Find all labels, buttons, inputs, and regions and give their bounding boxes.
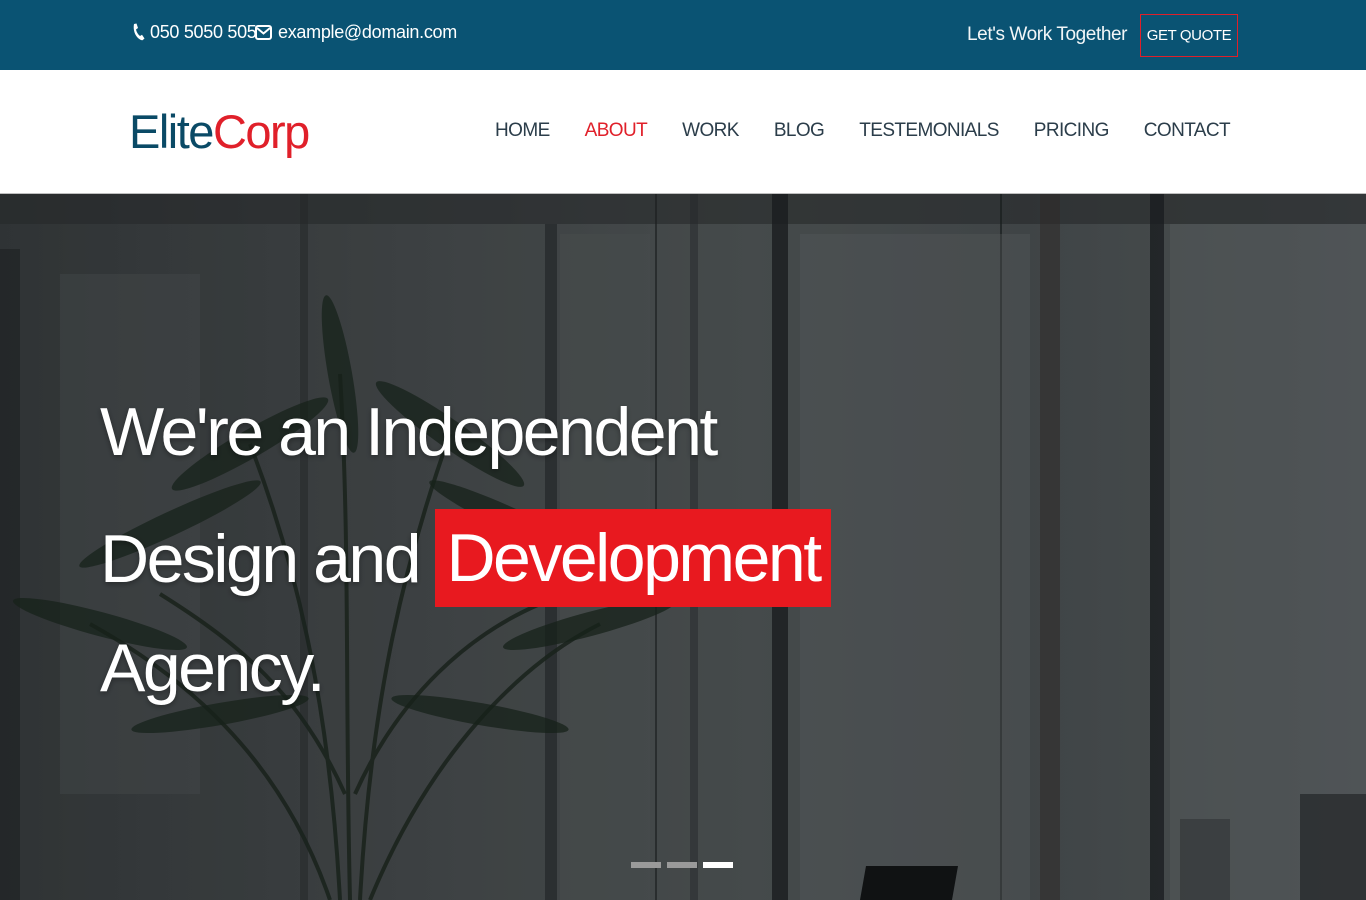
hero-heading-line2: Design and Development [100, 509, 831, 608]
nav-blog[interactable]: BLOG [774, 118, 825, 144]
hero-slider: We're an Independent Design and Developm… [0, 194, 1366, 900]
logo-text-part1: Elite [129, 105, 214, 158]
nav-about[interactable]: ABOUT [585, 118, 648, 144]
hero-heading-line2-text: Design and [100, 521, 422, 597]
get-quote-button[interactable]: GET QUOTE [1140, 14, 1238, 57]
nav-pricing[interactable]: PRICING [1034, 118, 1110, 144]
hero-heading-line3: Agency. [100, 630, 326, 706]
email-address: example@domain.com [278, 21, 457, 42]
contact-email[interactable]: example@domain.com [255, 20, 457, 44]
slider-dot-3[interactable] [703, 862, 733, 868]
slider-dot-1[interactable] [631, 862, 661, 868]
site-header: EliteCorp HOME ABOUT WORK BLOG TESTEMONI… [0, 70, 1366, 194]
nav-work[interactable]: WORK [682, 118, 739, 144]
envelope-icon [255, 24, 272, 40]
slider-indicators [631, 862, 733, 868]
hero-highlight: Development [435, 509, 831, 607]
top-bar: 050 5050 505 example@domain.com Let's Wo… [0, 0, 1366, 70]
nav-testemonials[interactable]: TESTEMONIALS [859, 118, 999, 144]
nav-home[interactable]: HOME [495, 118, 550, 144]
hero-heading-line1: We're an Independent [100, 394, 718, 470]
slider-dot-2[interactable] [667, 862, 697, 868]
phone-icon [131, 23, 145, 41]
phone-number: 050 5050 505 [150, 21, 257, 42]
tagline: Let's Work Together [967, 24, 1128, 45]
contact-phone[interactable]: 050 5050 505 [131, 20, 257, 44]
nav-contact[interactable]: CONTACT [1144, 118, 1231, 144]
logo[interactable]: EliteCorp [129, 102, 310, 162]
logo-text-part2: Corp [212, 105, 310, 158]
main-nav: HOME ABOUT WORK BLOG TESTEMONIALS PRICIN… [495, 118, 1231, 144]
